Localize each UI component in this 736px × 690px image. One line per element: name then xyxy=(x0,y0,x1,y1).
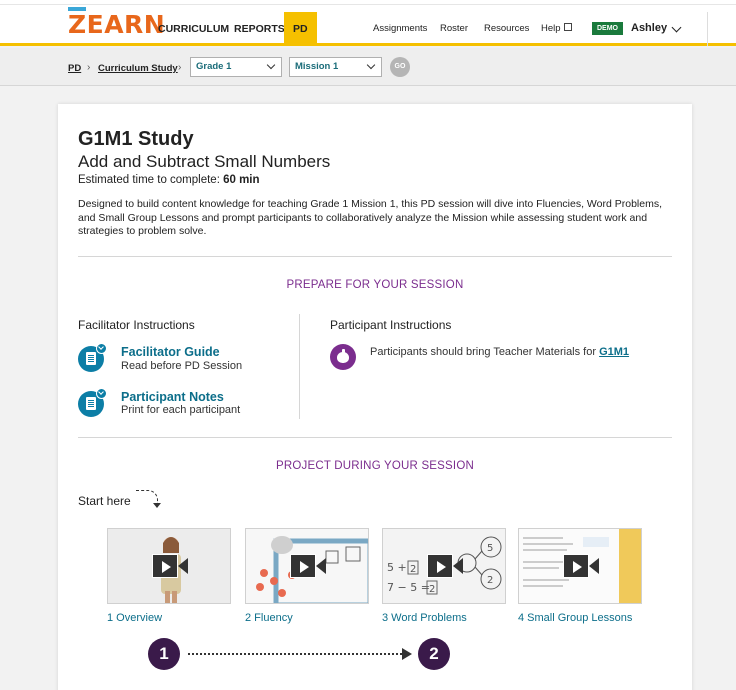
top-strip xyxy=(0,0,736,5)
start-here-label: Start here xyxy=(78,494,131,508)
divider xyxy=(78,437,672,438)
facilitator-guide-note: Read before PD Session xyxy=(121,360,243,372)
chevron-down-icon xyxy=(266,60,276,70)
prepare-heading: PREPARE FOR YOUR SESSION xyxy=(286,279,464,291)
breadcrumb-curriculum-study[interactable]: Curriculum Study xyxy=(98,63,178,74)
nav-resources[interactable]: Resources xyxy=(484,23,529,34)
video-label-overview[interactable]: 1 Overview xyxy=(107,612,162,624)
video-label-fluency[interactable]: 2 Fluency xyxy=(245,612,293,624)
breadcrumb: PD › Curriculum Study › Grade 1 Mission … xyxy=(0,48,736,86)
video-camera-icon xyxy=(290,554,326,578)
g1m1-link[interactable]: G1M1 xyxy=(599,346,629,358)
svg-text:5 +: 5 + xyxy=(387,561,407,574)
breadcrumb-pd[interactable]: PD xyxy=(68,63,81,74)
apple-icon xyxy=(330,344,356,370)
svg-text:2: 2 xyxy=(429,584,435,595)
arrow-right-icon xyxy=(402,648,412,660)
demo-badge: DEMO xyxy=(592,22,623,35)
help-label: Help xyxy=(541,23,561,34)
download-icon xyxy=(96,343,107,354)
video-camera-icon xyxy=(563,554,599,578)
download-document-icon[interactable] xyxy=(78,343,107,372)
breadcrumb-separator-icon: › xyxy=(178,62,182,73)
divider xyxy=(78,256,672,257)
curved-arrow-icon xyxy=(136,490,161,508)
facilitator-instructions-heading: Facilitator Instructions xyxy=(78,318,195,332)
video-camera-icon xyxy=(152,554,188,578)
project-heading: PROJECT DURING YOUR SESSION xyxy=(276,460,474,472)
external-link-icon xyxy=(563,23,572,31)
nav-reports[interactable]: REPORTS xyxy=(234,12,285,46)
study-card: G1M1 Study Add and Subtract Small Number… xyxy=(58,104,692,690)
svg-text:2: 2 xyxy=(487,575,493,586)
column-divider xyxy=(299,314,300,419)
zearn-logo[interactable]: ZEARN xyxy=(68,7,166,39)
nav-pd[interactable]: PD xyxy=(284,12,317,46)
participant-note-text: Participants should bring Teacher Materi… xyxy=(370,346,600,358)
breadcrumb-separator-icon: › xyxy=(87,62,91,73)
go-button[interactable]: GO xyxy=(390,57,410,77)
grade-select-value: Grade 1 xyxy=(196,61,232,72)
video-camera-icon xyxy=(427,554,463,578)
nav-divider xyxy=(707,12,708,46)
participant-note: Participants should bring Teacher Materi… xyxy=(370,346,630,359)
svg-text:7 − 5 =: 7 − 5 = xyxy=(387,581,430,594)
estimated-time-value: 60 min xyxy=(223,174,260,186)
logo-text: ZEARN xyxy=(68,10,166,39)
logo-accent-bar xyxy=(68,7,86,11)
page-title: G1M1 Study xyxy=(78,128,194,150)
video-thumbnail-fluency[interactable] xyxy=(245,528,369,604)
dotted-connector xyxy=(188,653,406,655)
chevron-down-icon xyxy=(366,60,376,70)
estimated-time-label: Estimated time to complete: xyxy=(78,174,224,186)
mission-select[interactable]: Mission 1 xyxy=(289,57,382,77)
svg-text:5: 5 xyxy=(487,543,493,554)
study-description: Designed to build content knowledge for … xyxy=(78,198,663,237)
document-icon xyxy=(86,352,96,365)
step-badge-1: 1 xyxy=(148,638,180,670)
nav-roster[interactable]: Roster xyxy=(440,23,468,34)
user-menu[interactable]: Ashley xyxy=(631,22,667,34)
video-label-word-problems[interactable]: 3 Word Problems xyxy=(382,612,467,624)
video-thumbnail-word-problems[interactable]: 5 + 2 7 − 5 = 2 5 2 xyxy=(382,528,506,604)
nav-assignments[interactable]: Assignments xyxy=(373,23,427,34)
video-label-small-group-lessons[interactable]: 4 Small Group Lessons xyxy=(518,612,632,624)
download-document-icon[interactable] xyxy=(78,388,107,417)
video-thumbnail-small-group-lessons[interactable] xyxy=(518,528,642,604)
chevron-down-icon[interactable] xyxy=(671,22,682,33)
top-navigation: ZEARN CURRICULUM REPORTS PD Assignments … xyxy=(0,0,736,46)
mission-select-value: Mission 1 xyxy=(295,61,339,72)
svg-text:2: 2 xyxy=(410,564,416,575)
nav-help[interactable]: Help xyxy=(541,23,572,34)
facilitator-guide-link[interactable]: Facilitator Guide xyxy=(121,345,220,359)
participant-instructions-heading: Participant Instructions xyxy=(330,318,452,332)
document-icon xyxy=(86,397,96,410)
estimated-time: Estimated time to complete: 60 min xyxy=(78,174,260,186)
video-thumbnail-overview[interactable] xyxy=(107,528,231,604)
download-icon xyxy=(96,388,107,399)
grade-select[interactable]: Grade 1 xyxy=(190,57,282,77)
participant-notes-note: Print for each participant xyxy=(121,404,241,416)
page-subtitle: Add and Subtract Small Numbers xyxy=(78,152,331,171)
participant-notes-link[interactable]: Participant Notes xyxy=(121,390,224,404)
nav-curriculum[interactable]: CURRICULUM xyxy=(158,12,229,46)
step-badge-2: 2 xyxy=(418,638,450,670)
